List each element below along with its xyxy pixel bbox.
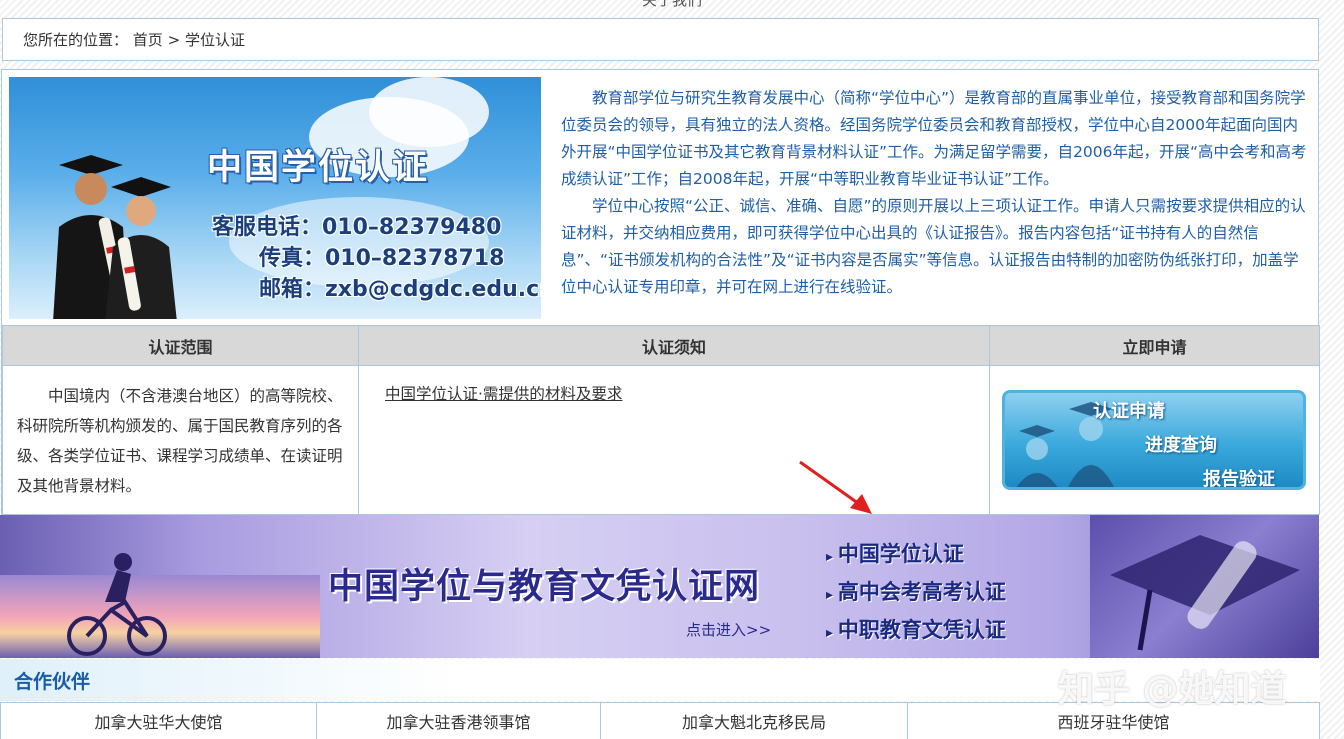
apply-link-verify: 报告验证 bbox=[1203, 469, 1275, 490]
header-apply: 立即申请 bbox=[989, 325, 1320, 366]
breadcrumb-prefix: 您所在的位置： bbox=[23, 31, 129, 49]
banner-link-degree[interactable]: 中国学位认证 bbox=[826, 535, 1006, 573]
banner-link-vocational[interactable]: 中职教育文凭认证 bbox=[826, 611, 1006, 649]
watermark: 知乎 @她知道 bbox=[1058, 669, 1287, 710]
graduates-illustration bbox=[53, 155, 177, 319]
intro-paragraph-2: 学位中心按照“公正、诚信、准确、自愿”的原则开展以上三项认证工作。申请人只需按要… bbox=[561, 197, 1306, 296]
partners-title: 合作伙伴 bbox=[14, 671, 91, 693]
hero-fax: 传真：010–82378718 bbox=[259, 246, 505, 271]
apply-link-certification: 认证申请 bbox=[1093, 401, 1165, 422]
certification-panel: 中国学位认证 客服电话：010–82379480 传真：010–82378718… bbox=[1, 69, 1320, 515]
scope-cell: 中国境内（不含港澳台地区）的高等院校、科研院所等机构颁发的、属于国民教育序列的各… bbox=[2, 365, 359, 515]
banner-title: 中国学位与教育文凭认证网 bbox=[328, 567, 761, 607]
certification-table: 认证范围 认证须知 立即申请 中国境内（不含港澳台地区）的高等院校、科研院所等机… bbox=[2, 325, 1320, 515]
breadcrumb-separator: > bbox=[167, 31, 181, 49]
notice-cell: 中国学位认证·需提供的材料及要求 bbox=[358, 365, 990, 515]
breadcrumb: 您所在的位置： 首页 > 学位认证 bbox=[2, 18, 1319, 61]
apply-cell: 认证申请 进度查询 报告验证 bbox=[989, 365, 1320, 515]
banner-link-highschool[interactable]: 高中会考高考认证 bbox=[826, 573, 1006, 611]
hero-phone: 客服电话：010–82379480 bbox=[212, 215, 502, 240]
materials-requirements-link[interactable]: 中国学位认证·需提供的材料及要求 bbox=[385, 382, 622, 404]
partner-link[interactable]: 加拿大驻香港领事馆 bbox=[316, 702, 601, 739]
hero-title: 中国学位认证 bbox=[207, 148, 430, 188]
intro-paragraph-1: 教育部学位与研究生教育发展中心（简称“学位中心”）是教育部的直属事业单位，接受教… bbox=[561, 89, 1307, 188]
banner-enter-link[interactable]: 点击进入>> bbox=[686, 619, 771, 640]
scope-text: 中国境内（不含港澳台地区）的高等院校、科研院所等机构颁发的、属于国民教育序列的各… bbox=[17, 387, 343, 495]
header-notice: 认证须知 bbox=[358, 325, 990, 366]
header-scope: 认证范围 bbox=[2, 325, 359, 366]
intro-text: 教育部学位与研究生教育发展中心（简称“学位中心”）是教育部的直属事业单位，接受教… bbox=[561, 85, 1309, 301]
banner-links: 中国学位认证 高中会考高考认证 中职教育文凭认证 bbox=[826, 535, 1006, 649]
partner-link[interactable]: 加拿大驻华大使馆 bbox=[0, 702, 317, 739]
mortarboard-icon bbox=[1110, 535, 1300, 651]
apply-now-banner[interactable]: 认证申请 进度查询 报告验证 bbox=[1002, 390, 1306, 490]
top-nav-item-about[interactable]: 关于我们 bbox=[0, 0, 1344, 9]
cdgdc-site-banner[interactable]: 中国学位与教育文凭认证网 点击进入>> 中国学位认证 高中会考高考认证 中职教育… bbox=[0, 515, 1319, 658]
cyclist-silhouette-icon bbox=[67, 553, 167, 656]
breadcrumb-current: 学位认证 bbox=[184, 31, 245, 49]
breadcrumb-home-link[interactable]: 首页 bbox=[133, 31, 163, 49]
apply-link-progress: 进度查询 bbox=[1145, 435, 1217, 456]
partner-link[interactable]: 加拿大魁北克移民局 bbox=[600, 702, 908, 739]
hero-email: 邮箱：zxb@cdgdc.edu.cn bbox=[259, 277, 541, 302]
hero-banner-image: 中国学位认证 客服电话：010–82379480 传真：010–82378718… bbox=[9, 77, 541, 319]
graduation-cap-image bbox=[1090, 515, 1319, 658]
